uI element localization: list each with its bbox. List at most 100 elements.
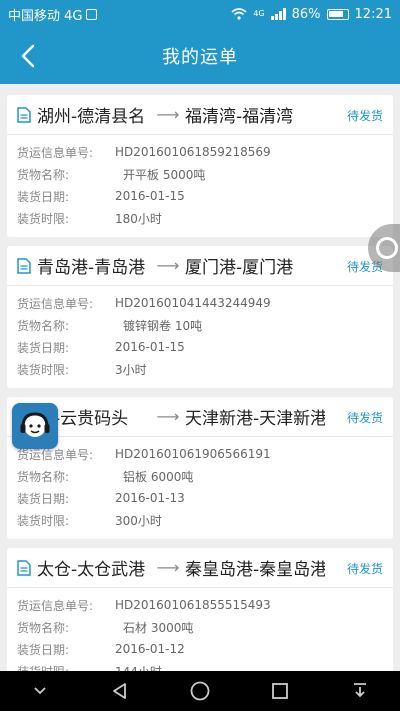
card-header: 青岛港-青岛港 ⟶ 厦门港-厦门港 待发货 xyxy=(7,246,393,286)
carrier-label: 中国移动 4G xyxy=(8,8,83,24)
status-badge: 待发货 xyxy=(346,562,383,576)
document-icon xyxy=(17,257,31,274)
card-details: 货运信息单号: HD201601061859218569 货物名称: 开平板 500… xyxy=(7,135,393,237)
signal-icon xyxy=(270,8,286,20)
back-button[interactable] xyxy=(12,40,44,72)
detail-row: 货运信息单号: HD201601061906566191 xyxy=(17,443,383,465)
origin-port: 湖州-德清县名 xyxy=(37,107,146,127)
circle-home-icon xyxy=(190,681,210,701)
card-header: 太仓-太仓武港 ⟶ 秦皇岛港-秦皇岛港 待发货 xyxy=(7,548,393,588)
waybill-list[interactable]: 湖州-德清县名 ⟶ 福清湾-福清湾 待发货 货运信息单号: HD201601061… xyxy=(0,84,400,671)
loading-date: 2016-01-13 xyxy=(115,491,185,505)
arrow-right-icon: ⟶ xyxy=(156,256,180,275)
nav-collapse-button[interactable] xyxy=(20,675,60,707)
detail-row: 货物名称: 铝板 6000吨 xyxy=(17,465,383,487)
detail-row: 货物名称: 镀锌钢卷 10吨 xyxy=(17,314,383,336)
destination-port: 天津新港-天津新港 xyxy=(185,409,325,429)
ring-icon xyxy=(376,237,398,259)
detail-row: 装货日期: 2016-01-13 xyxy=(17,487,383,509)
card-details: 货运信息单号: HD201601061906566191 货物名称: 铝板 6000… xyxy=(7,437,393,539)
loading-time-limit: 144小时 xyxy=(115,663,162,672)
document-icon xyxy=(17,106,31,123)
detail-row: 装货时限: 180小时 xyxy=(17,207,383,229)
destination-port: 福清湾-福清湾 xyxy=(185,107,294,127)
detail-label: 装货日期: xyxy=(17,340,70,355)
cargo-name: 铝板 6000吨 xyxy=(123,469,194,484)
detail-label: 装货时限: xyxy=(17,513,70,528)
card-header: 陵-云贵码头 ⟶ 天津新港-天津新港 待发货 xyxy=(7,397,393,437)
nav-recents-button[interactable] xyxy=(260,675,300,707)
card-details: 货运信息单号: HD201601061855515493 货物名称: 石材 3000… xyxy=(7,588,393,671)
loading-date: 2016-01-15 xyxy=(115,189,185,203)
pull-down-icon xyxy=(354,683,366,698)
detail-label: 货物名称: xyxy=(17,318,70,333)
waybill-number: HD201601041443244949 xyxy=(115,296,271,310)
battery-icon xyxy=(326,8,349,20)
nav-home-button[interactable] xyxy=(180,675,220,707)
battery-percent: 86% xyxy=(291,6,321,22)
detail-label: 货物名称: xyxy=(17,620,70,635)
clock: 12:21 xyxy=(354,6,392,22)
nav-bar: 我的运单 xyxy=(0,28,400,84)
chevron-left-icon xyxy=(21,44,35,68)
wifi-icon xyxy=(231,8,247,20)
route: 陵-云贵码头 ⟶ 天津新港-天津新港 xyxy=(37,404,325,429)
origin-port: 青岛港-青岛港 xyxy=(37,258,146,278)
destination-port: 秦皇岛港-秦皇岛港 xyxy=(185,560,325,580)
chevron-down-icon xyxy=(34,687,46,695)
loading-time-limit: 180小时 xyxy=(115,211,162,226)
waybill-number: HD201601061906566191 xyxy=(115,447,271,461)
detail-row: 装货日期: 2016-01-15 xyxy=(17,336,383,358)
arrow-right-icon: ⟶ xyxy=(156,558,180,577)
detail-label: 装货时限: xyxy=(17,663,115,672)
customer-service-button[interactable] xyxy=(12,403,58,449)
cargo-name: 镀锌钢卷 10吨 xyxy=(123,318,203,333)
waybill-card[interactable]: 陵-云贵码头 ⟶ 天津新港-天津新港 待发货 货运信息单号: HD20160106… xyxy=(7,397,393,539)
arrow-right-icon: ⟶ xyxy=(156,407,180,426)
detail-row: 装货日期: 2016-01-12 xyxy=(17,638,383,660)
card-details: 货运信息单号: HD201601041443244949 货物名称: 镀锌钢卷 10… xyxy=(7,286,393,388)
detail-label: 装货日期: xyxy=(17,189,70,204)
loading-date: 2016-01-15 xyxy=(115,340,185,354)
arrow-right-icon: ⟶ xyxy=(156,105,180,124)
destination-port: 厦门港-厦门港 xyxy=(185,258,294,278)
detail-row: 装货时限: 3小时 xyxy=(17,358,383,380)
waybill-number: HD201601061855515493 xyxy=(115,598,271,612)
detail-row: 货物名称: 石材 3000吨 xyxy=(17,616,383,638)
square-recents-icon xyxy=(272,683,288,699)
detail-row: 货运信息单号: HD201601061859218569 xyxy=(17,141,383,163)
cargo-name: 开平板 5000吨 xyxy=(123,167,206,182)
waybill-card[interactable]: 青岛港-青岛港 ⟶ 厦门港-厦门港 待发货 货运信息单号: HD201601041… xyxy=(7,246,393,388)
detail-label: 货运信息单号: xyxy=(17,296,94,311)
detail-label: 货物名称: xyxy=(17,167,70,182)
waybill-card[interactable]: 湖州-德清县名 ⟶ 福清湾-福清湾 待发货 货运信息单号: HD201601061… xyxy=(7,95,393,237)
route: 青岛港-青岛港 ⟶ 厦门港-厦门港 xyxy=(37,253,325,278)
triangle-back-icon xyxy=(113,683,126,699)
nav-notification-button[interactable] xyxy=(340,675,380,707)
detail-row: 货运信息单号: HD201601061855515493 xyxy=(17,594,383,616)
route: 湖州-德清县名 ⟶ 福清湾-福清湾 xyxy=(37,102,325,127)
detail-label: 装货日期: xyxy=(17,642,70,657)
detail-row: 货运信息单号: HD201601041443244949 xyxy=(17,292,383,314)
detail-row: 装货时限: 300小时 xyxy=(17,509,383,531)
status-badge: 待发货 xyxy=(346,109,383,123)
waybill-number: HD201601061859218569 xyxy=(115,145,271,159)
headset-avatar-icon xyxy=(20,412,50,437)
detail-label: 货物名称: xyxy=(17,469,70,484)
waybill-card[interactable]: 太仓-太仓武港 ⟶ 秦皇岛港-秦皇岛港 待发货 货运信息单号: HD2016010… xyxy=(7,548,393,671)
nav-back-button[interactable] xyxy=(100,675,140,707)
loading-time-limit: 3小时 xyxy=(115,362,147,377)
loading-date: 2016-01-12 xyxy=(115,642,185,656)
detail-label: 装货时限: xyxy=(17,211,70,226)
status-badge: 待发货 xyxy=(346,411,383,425)
detail-row: 装货日期: 2016-01-15 xyxy=(17,185,383,207)
system-nav-bar xyxy=(0,671,400,711)
detail-label: 货运信息单号: xyxy=(17,145,94,160)
loading-time-limit: 300小时 xyxy=(115,513,162,528)
detail-row: 货物名称: 开平板 5000吨 xyxy=(17,163,383,185)
network-type: 4G xyxy=(253,9,265,18)
detail-label: 装货日期: xyxy=(17,491,70,506)
card-header: 湖州-德清县名 ⟶ 福清湾-福清湾 待发货 xyxy=(7,95,393,135)
detail-label: 装货时限: xyxy=(17,362,70,377)
detail-label: 货运信息单号: xyxy=(17,598,94,613)
